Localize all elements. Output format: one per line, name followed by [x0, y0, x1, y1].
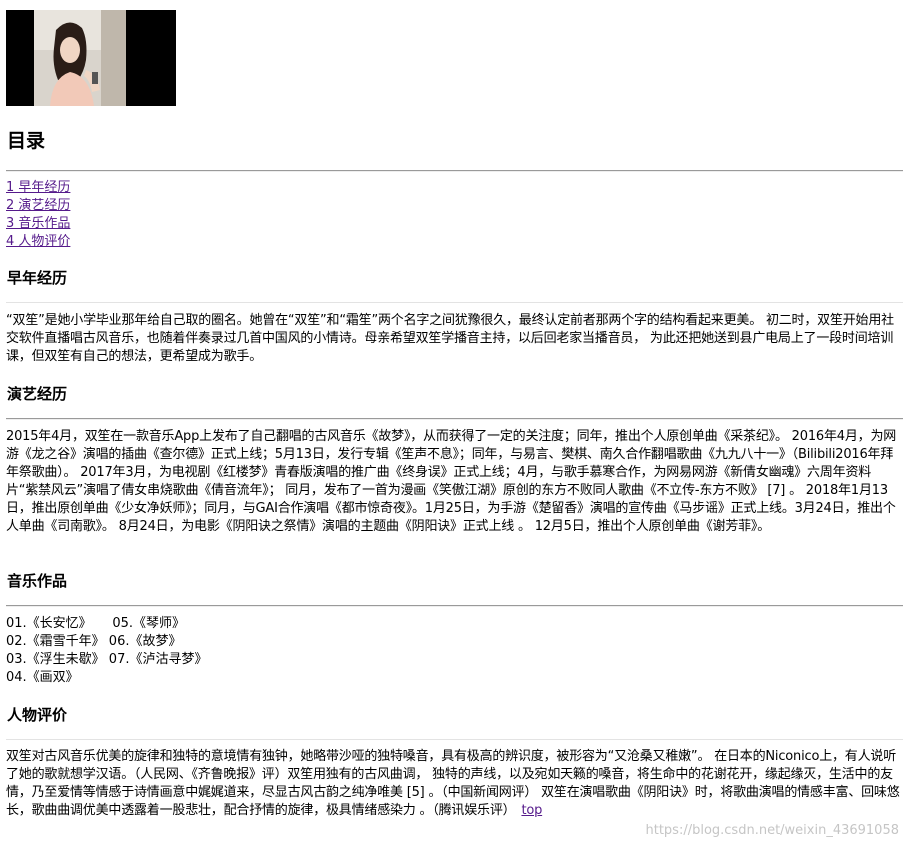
section-title-works: 音乐作品	[7, 572, 68, 590]
section-title-reviews: 人物评价	[7, 706, 68, 724]
toc-link-works[interactable]: 3 音乐作品	[6, 216, 70, 231]
profile-photo	[6, 10, 176, 106]
section-divider	[6, 739, 903, 740]
works-row: 02.《霜雪千年》 06.《故梦》	[6, 634, 182, 649]
toc-title: 目录	[7, 130, 46, 152]
watermark-url: https://blog.csdn.net/weixin_43691058	[645, 823, 899, 838]
table-of-contents: 1 早年经历 2 演艺经历 3 音乐作品 4 人物评价	[6, 179, 70, 251]
section-title-early-life: 早年经历	[7, 269, 68, 287]
section-divider	[6, 605, 903, 607]
toc-link-career[interactable]: 2 演艺经历	[6, 198, 70, 213]
toc-item: 4 人物评价	[6, 233, 70, 251]
works-row: 03.《浮生未歇》 07.《泸沽寻梦》	[6, 652, 208, 667]
toc-item: 1 早年经历	[6, 179, 70, 197]
works-row: 04.《画双》	[6, 670, 79, 685]
section-divider	[6, 418, 903, 420]
toc-link-early-life[interactable]: 1 早年经历	[6, 180, 70, 195]
back-to-top-link[interactable]: top	[521, 803, 542, 818]
section-title-career: 演艺经历	[7, 385, 68, 403]
toc-link-reviews[interactable]: 4 人物评价	[6, 234, 70, 249]
toc-divider	[6, 170, 903, 172]
reviews-text: 双笙对古风音乐优美的旋律和独特的意境情有独钟，她略带沙哑的独特嗓音，具有极高的辨…	[6, 749, 900, 818]
toc-item: 3 音乐作品	[6, 215, 70, 233]
section-text-early-life: “双笙”是她小学毕业那年给自己取的圈名。她曾在“双笙”和“霜笙”两个名字之间犹豫…	[6, 313, 894, 364]
section-text-reviews: 双笙对古风音乐优美的旋律和独特的意境情有独钟，她略带沙哑的独特嗓音，具有极高的辨…	[6, 748, 903, 820]
works-row: 01.《长安忆》 05.《琴师》	[6, 616, 186, 631]
toc-item: 2 演艺经历	[6, 197, 70, 215]
section-divider	[6, 302, 903, 303]
works-list: 01.《长安忆》 05.《琴师》 02.《霜雪千年》 06.《故梦》 03.《浮…	[6, 615, 207, 687]
section-text-career: 2015年4月，双笙在一款音乐App上发布了自己翻唱的古风音乐《故梦》，从而获得…	[6, 429, 897, 534]
article-page: 目录 1 早年经历 2 演艺经历 3 音乐作品 4 人物评价 早年经历 “双笙”…	[0, 0, 909, 850]
